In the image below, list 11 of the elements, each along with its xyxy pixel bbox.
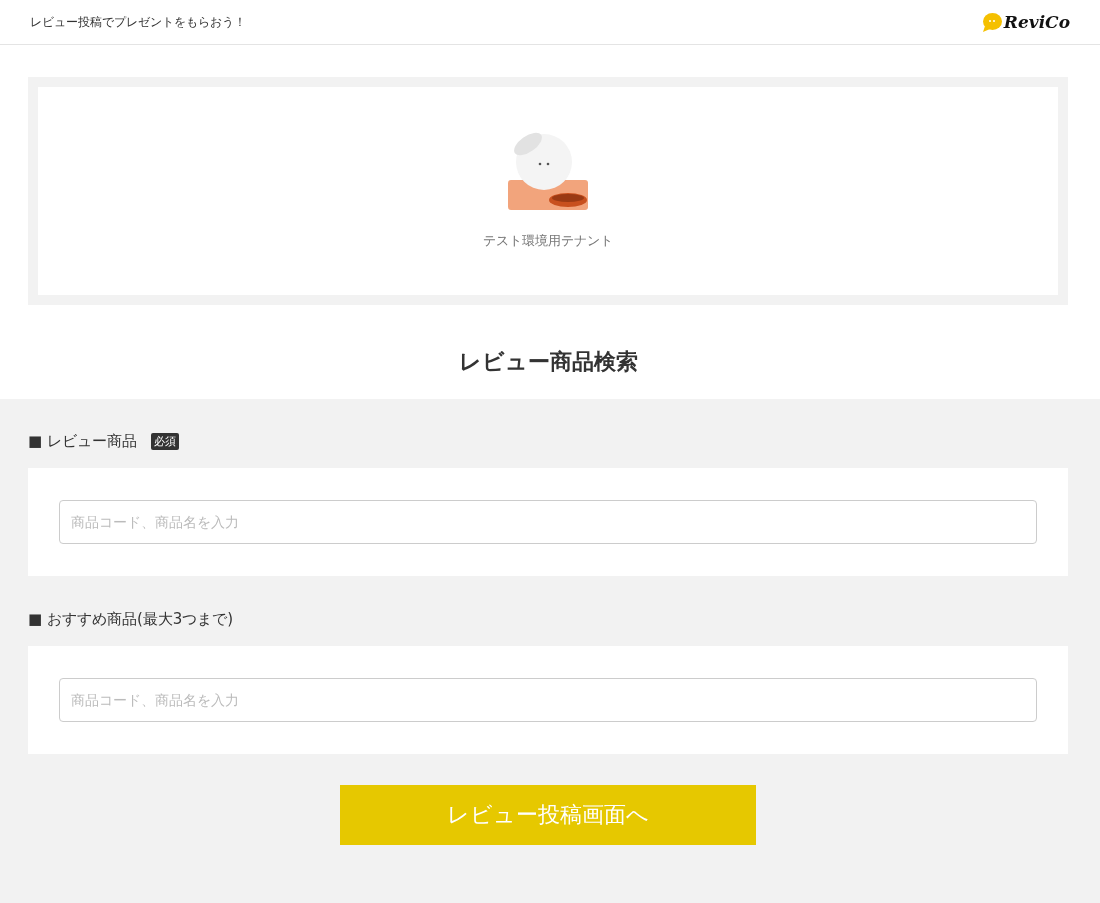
- field-label: ■ おすすめ商品(最大3つまで): [28, 609, 234, 629]
- shop-name: テスト環境用テナント: [483, 232, 613, 250]
- logo-text: ReviCo: [1003, 12, 1070, 32]
- required-badge: 必須: [150, 432, 179, 450]
- tagline: レビュー投稿でプレゼントをもらおう！: [30, 13, 246, 31]
- speech-bubble-icon: [981, 12, 1002, 32]
- search-field[interactable]: 商品コード、商品名を入力: [59, 500, 1037, 544]
- page-title: レビュー商品検索: [457, 348, 639, 376]
- search-field[interactable]: 商品コード、商品名を入力: [59, 678, 1037, 722]
- field-label: ■ レビュー商品: [28, 431, 137, 451]
- submit-button[interactable]: レビュー投稿画面へ: [340, 785, 756, 845]
